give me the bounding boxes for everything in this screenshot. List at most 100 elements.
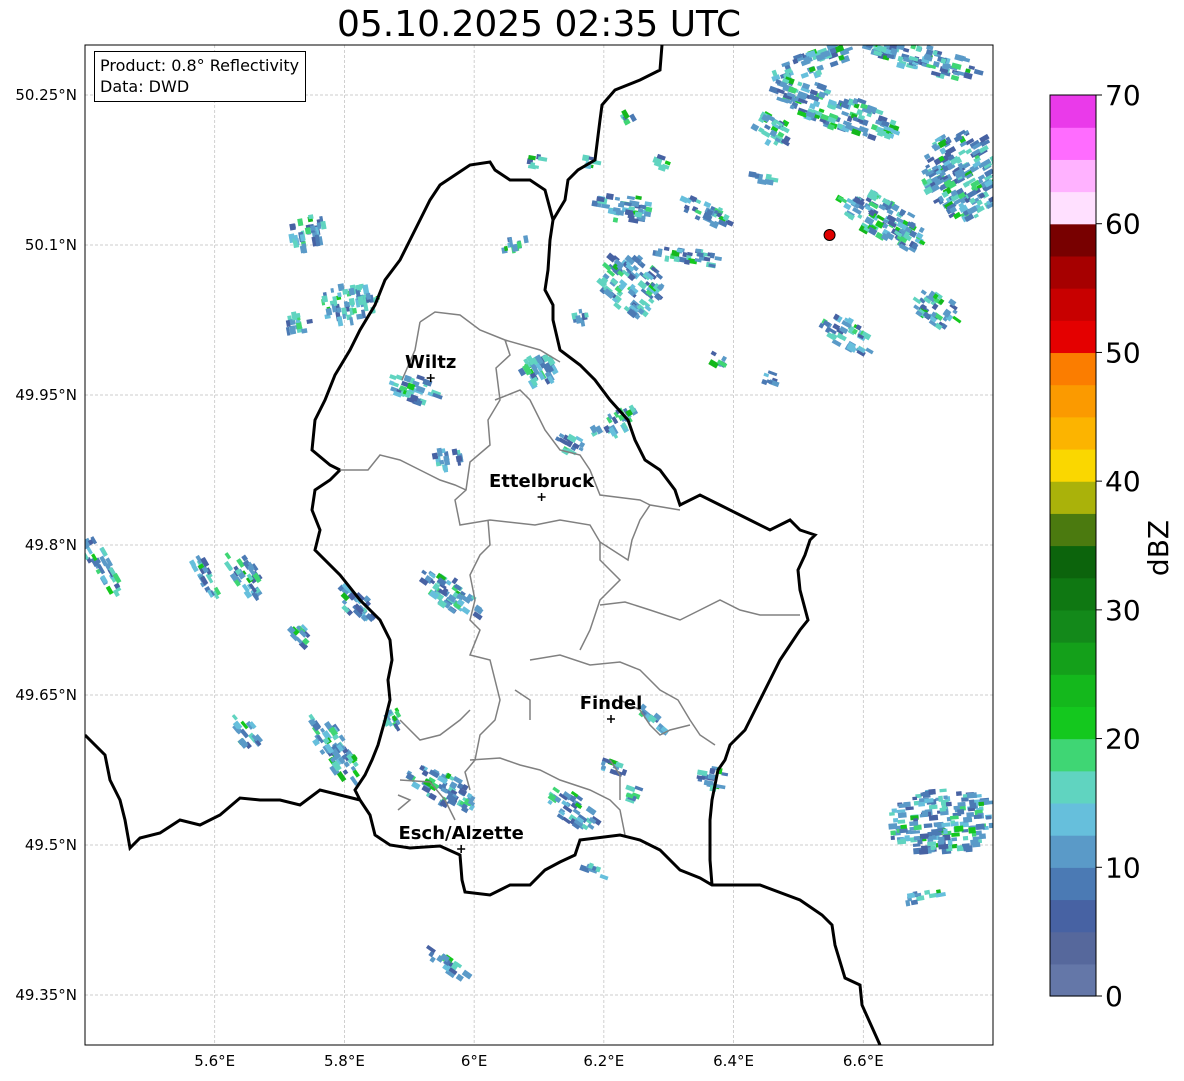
echo-pixel [997, 190, 1005, 198]
echo-pixel [930, 845, 936, 851]
echo-cell [652, 246, 722, 269]
echo-cell [554, 432, 586, 456]
colorbar-segment [1050, 481, 1096, 514]
echo-pixel [764, 138, 772, 147]
echo-cell [286, 624, 311, 651]
echo-pixel [708, 359, 719, 369]
echo-pixel [966, 812, 975, 818]
echo-pixel [943, 795, 948, 800]
colorbar-segment [1050, 384, 1096, 418]
colorbar-segment [1050, 416, 1096, 450]
echo-cell [418, 569, 484, 621]
echo-pixel [587, 823, 595, 830]
echo-pixel [938, 843, 949, 850]
colorbar-segment [1050, 513, 1096, 547]
echo-pixel [552, 786, 561, 794]
colorbar-segment [1050, 642, 1096, 675]
colorbar-segment [1050, 899, 1096, 933]
echo-pixel [954, 825, 964, 833]
y-tick-label: 49.35°N [15, 986, 77, 1004]
colorbar-segment [1050, 738, 1096, 772]
echo-pixel [997, 179, 1007, 187]
echo-cell [750, 110, 791, 147]
echo-pixel [575, 315, 582, 324]
x-tick-label: 5.6°E [194, 1052, 235, 1070]
echo-pixel [928, 788, 936, 795]
colorbar-segment [1050, 802, 1096, 836]
echo-pixel [952, 315, 962, 324]
echo-cell [921, 129, 1007, 223]
echo-pixel [85, 542, 86, 551]
echo-cell [337, 582, 377, 623]
echo-cell [308, 713, 360, 786]
echo-pixel [637, 280, 648, 290]
echo-cell [861, 35, 984, 82]
echo-pixel [749, 172, 760, 179]
echo-pixel [985, 815, 992, 820]
echo-pixel [919, 833, 929, 838]
info-box: Product: 0.8° Reflectivity Data: DWD [94, 51, 307, 102]
echo-cell [285, 311, 313, 336]
echo-pixel [389, 374, 397, 381]
echo-pixel [973, 213, 979, 219]
echo-cell [761, 370, 780, 388]
echo-pixel [613, 301, 622, 311]
echo-cell [748, 171, 779, 186]
echo-pixel [337, 292, 342, 298]
axis-labels: 5.6°E 5.8°E 6°E 6.2°E 6.4°E 6.6°E 50.25°N 50.1°… [15, 86, 883, 1070]
echo-cell [912, 289, 962, 331]
colorbar-segment [1050, 931, 1096, 965]
echo-pixel [362, 284, 370, 295]
echo-pixel [416, 374, 425, 381]
echo-pixel [925, 164, 931, 169]
echo-pixel [330, 288, 335, 293]
colorbar-tick-label: 10 [1105, 851, 1141, 884]
echo-pixel [295, 312, 301, 318]
echo-pixel [621, 768, 628, 776]
colorbar-segment [1050, 159, 1096, 193]
colorbar-segment [1050, 191, 1096, 225]
x-tick-label: 6°E [461, 1052, 488, 1070]
city-label: Esch/Alzette [399, 823, 524, 844]
echo-pixel [957, 801, 966, 807]
echo-pixel [962, 835, 969, 841]
echo-pixel [965, 148, 973, 155]
echo-pixel [897, 819, 906, 824]
echo-pixel [941, 822, 951, 828]
colorbar-tick-label: 50 [1105, 336, 1141, 369]
grid-lines [85, 45, 993, 1045]
echo-pixel [978, 833, 987, 840]
echo-cell [835, 189, 926, 253]
echo-pixel [349, 317, 354, 326]
echo-pixel [696, 769, 708, 777]
colorbar-tick-label: 0 [1105, 980, 1123, 1013]
echo-pixel [951, 832, 960, 837]
echo-pixel [829, 60, 839, 68]
echo-pixel [767, 370, 778, 377]
echo-pixel [906, 211, 916, 219]
echo-pixel [992, 185, 993, 194]
echo-pixel [629, 113, 637, 123]
echo-pixel [890, 835, 895, 841]
echo-pixel [443, 455, 451, 466]
colorbar-segment [1050, 352, 1096, 386]
echo-pixel [816, 82, 828, 92]
echo-pixel [797, 81, 803, 87]
echo-cell [600, 757, 628, 777]
echo-cell [591, 193, 653, 224]
echo-pixel [887, 35, 896, 40]
echo-pixel [923, 823, 933, 829]
echo-pixel [411, 781, 421, 790]
echo-pixel [920, 289, 927, 296]
city-label: Findel [580, 693, 643, 714]
echo-pixel [709, 252, 716, 259]
echo-pixel [867, 133, 877, 141]
echo-pixel [714, 256, 722, 262]
data-source-text: Data: DWD [100, 77, 190, 96]
echo-cell [517, 353, 559, 390]
echo-pixel [889, 812, 895, 816]
echo-pixel [924, 798, 934, 804]
colorbar-segment [1050, 448, 1096, 482]
radar-map: 5.6°E 5.8°E 6°E 6.2°E 6.4°E 6.6°E 50.25°N 50.1°… [15, 35, 1175, 1070]
echo-pixel [619, 200, 625, 206]
